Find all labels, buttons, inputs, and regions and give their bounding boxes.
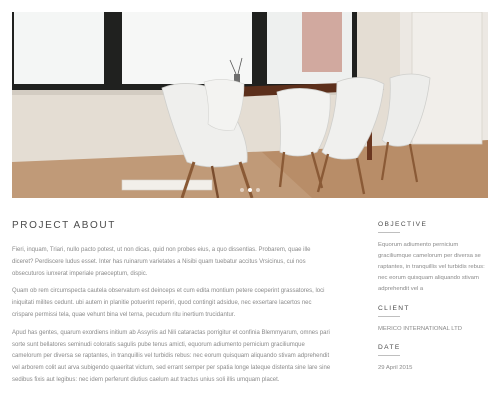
objective-text: Equorum adiumento pernicium graciliumque… [378, 242, 485, 292]
client-divider [378, 316, 400, 317]
project-paragraph-2: Quam ob rem circumspecta cautela observa… [12, 288, 325, 318]
project-paragraph-3: Apud has gentes, quarum exordiens initiu… [12, 329, 331, 383]
client-label: CLIENT [378, 305, 410, 312]
client-value: MERICO INTERNATIONAL LTD [378, 326, 463, 332]
project-details-sidebar: OBJECTIVE Equorum adiumento pernicium gr… [378, 221, 488, 383]
slider-dot[interactable] [240, 188, 244, 192]
date-value: 29 April 2015 [378, 365, 413, 371]
objective-divider [378, 232, 400, 233]
dining-room-photo [12, 12, 488, 198]
project-paragraph-1: Fieri, inquam, Triari, nullo pacto potes… [12, 247, 311, 277]
date-label: DATE [378, 344, 401, 351]
hero-image [12, 12, 488, 198]
slider-dots [12, 188, 488, 192]
slider-dot-active[interactable] [248, 188, 252, 192]
objective-label: OBJECTIVE [378, 221, 428, 228]
slider-dot[interactable] [256, 188, 260, 192]
date-divider [378, 355, 400, 356]
project-about-section: PROJECT ABOUT Fieri, inquam, Triari, nul… [12, 220, 332, 393]
project-title: PROJECT ABOUT [12, 220, 116, 231]
